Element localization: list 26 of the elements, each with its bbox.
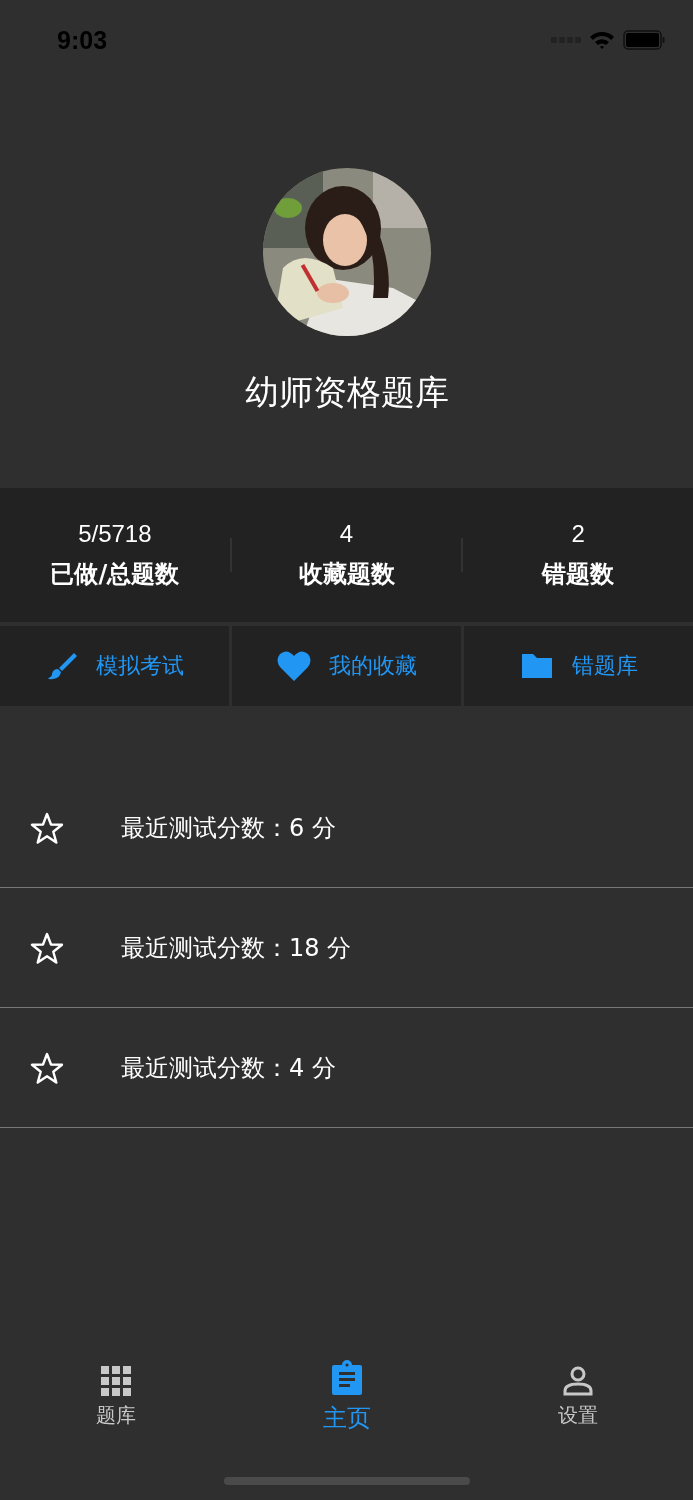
score-text: 最近测试分数：6 分 [121,812,336,844]
action-button[interactable]: 错题库 [464,626,693,706]
star-icon [30,931,64,964]
tab-item[interactable]: 题库 [0,1357,231,1437]
stat-label: 收藏题数 [298,559,395,590]
grid-icon [100,1365,131,1396]
stat-label: 已做/总题数 [50,559,180,590]
action-button[interactable]: 我的收藏 [232,626,461,706]
person-icon [562,1365,593,1396]
stat-value: 4 [339,520,354,548]
score-text: 最近测试分数：18 分 [121,932,352,964]
stat-value: 2 [571,520,585,548]
battery-icon [623,30,665,50]
clipboard-icon [330,1360,363,1396]
star-icon [30,1051,64,1084]
star-icon [30,811,64,844]
tab-item[interactable]: 设置 [462,1357,693,1437]
score-text: 最近测试分数：4 分 [121,1052,336,1084]
heart-icon [276,650,311,682]
wifi-icon [589,30,615,50]
action-button[interactable]: 模拟考试 [0,626,229,706]
stat-label: 错题数 [542,559,615,590]
app-title: 幼师资格题库 [244,371,449,414]
tab-item[interactable]: 主页 [231,1357,462,1437]
folder-icon [519,652,554,680]
stat-value: 5/5718 [78,520,152,548]
